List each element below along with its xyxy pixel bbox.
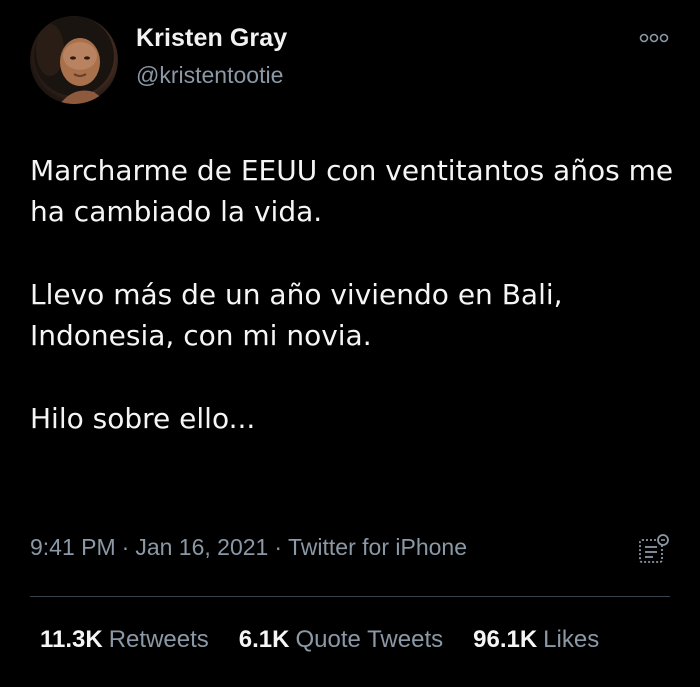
- tweet-time[interactable]: 9:41 PM: [30, 534, 116, 560]
- likes-count: 96.1K: [473, 626, 538, 653]
- tweet-analytics-icon[interactable]: [636, 532, 672, 568]
- more-options-icon[interactable]: [638, 28, 670, 48]
- likes-label: Likes: [543, 626, 600, 653]
- tweet-text: Marcharme de EEUU con ventitantos años m…: [30, 150, 680, 439]
- author-handle[interactable]: @kristentootie: [136, 62, 283, 89]
- quote-tweets-count: 6.1K: [238, 626, 290, 653]
- meta-separator: ·: [121, 534, 130, 560]
- retweets-count: 11.3K: [40, 626, 103, 653]
- tweet-source[interactable]: Twitter for iPhone: [288, 534, 467, 560]
- retweets-stat[interactable]: 11.3K Retweets: [40, 626, 209, 654]
- tweet-paragraph: Hilo sobre ello...: [30, 402, 256, 435]
- tweet-paragraph: Llevo más de un año viviendo en Bali, In…: [30, 278, 563, 352]
- stats-divider: [30, 596, 670, 597]
- retweets-label: Retweets: [108, 626, 209, 653]
- tweet-paragraph: Marcharme de EEUU con ventitantos años m…: [30, 154, 674, 228]
- tweet-detail: Kristen Gray @kristentootie Marcharme de…: [0, 0, 700, 687]
- avatar-photo: [34, 16, 114, 104]
- avatar[interactable]: [30, 16, 118, 104]
- tweet-date[interactable]: Jan 16, 2021: [135, 534, 268, 560]
- author-display-name[interactable]: Kristen Gray: [136, 24, 287, 53]
- likes-stat[interactable]: 96.1K Likes: [473, 626, 599, 654]
- tweet-metadata: 9:41 PM · Jan 16, 2021 · Twitter for iPhone: [30, 534, 467, 561]
- quote-tweets-label: Quote Tweets: [295, 626, 444, 653]
- meta-separator: ·: [274, 534, 283, 560]
- engagement-stats: 11.3K Retweets 6.1K Quote Tweets 96.1K Likes: [40, 626, 599, 654]
- quote-tweets-stat[interactable]: 6.1K Quote Tweets: [239, 626, 443, 654]
